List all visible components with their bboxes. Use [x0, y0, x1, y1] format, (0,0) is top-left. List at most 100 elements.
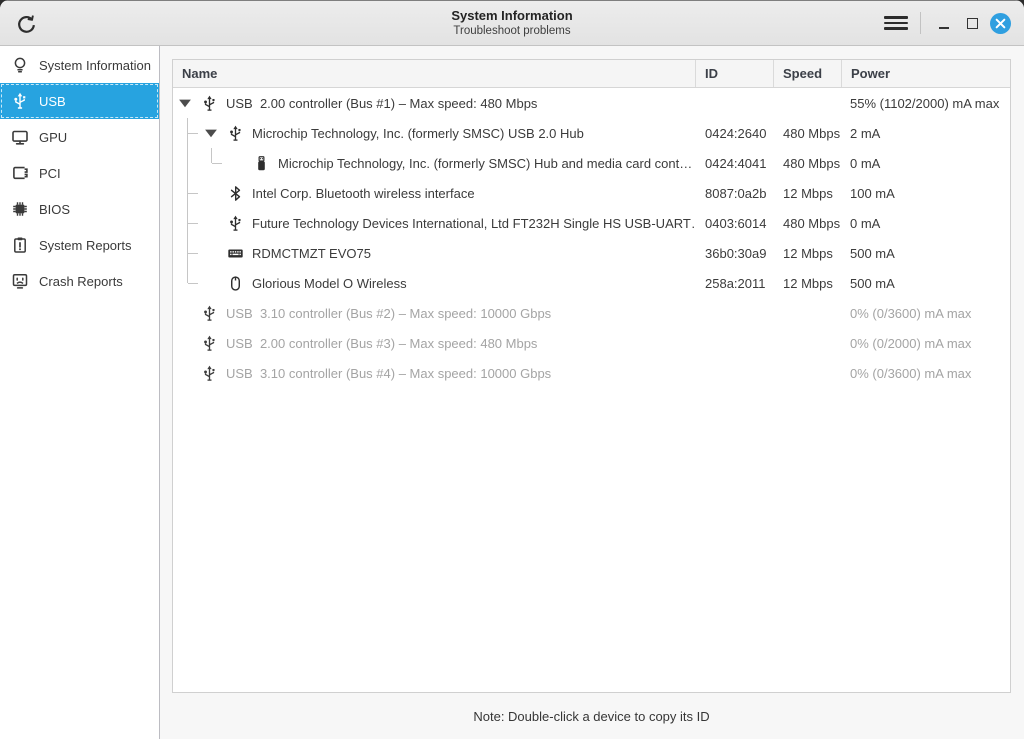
table-row[interactable]: Microchip Technology, Inc. (formerly SMS… — [173, 118, 1010, 148]
device-speed: 12 Mbps — [783, 185, 833, 201]
minimize-button[interactable] — [930, 8, 958, 38]
tree-line — [211, 148, 212, 163]
table-header: Name ID Speed Power — [173, 60, 1010, 88]
device-id: 258a:2011 — [705, 275, 766, 291]
device-power: 0% (0/2000) mA max — [850, 335, 972, 351]
usb-icon — [201, 95, 218, 112]
column-header-id[interactable]: ID — [696, 60, 774, 87]
sidebar-item-label: PCI — [39, 165, 61, 181]
sidebar-item-label: BIOS — [39, 201, 71, 217]
sidebar-item-system-reports[interactable]: System Reports — [0, 227, 159, 263]
close-button[interactable] — [986, 8, 1014, 38]
device-name: USB 2.00 controller (Bus #3) – Max speed… — [226, 335, 538, 351]
tree-line — [212, 163, 222, 164]
device-table-body: USB 2.00 controller (Bus #1) – Max speed… — [173, 88, 1010, 692]
tree-line — [188, 223, 198, 224]
refresh-button[interactable] — [12, 11, 40, 37]
sidebar-item-system-information[interactable]: System Information — [0, 47, 159, 83]
table-row[interactable]: USB 2.00 controller (Bus #3) – Max speed… — [173, 328, 1010, 358]
table-row[interactable]: Microchip Technology, Inc. (formerly SMS… — [173, 148, 1010, 178]
device-name: USB 2.00 controller (Bus #1) – Max speed… — [226, 95, 538, 111]
device-name: Glorious Model O Wireless — [252, 275, 407, 291]
expander-icon[interactable] — [204, 126, 218, 140]
device-id: 8087:0a2b — [705, 185, 767, 201]
sidebar-item-label: Crash Reports — [39, 273, 123, 289]
content-area: Name ID Speed Power USB 2.00 controller (Bu… — [160, 46, 1024, 739]
usb-icon — [11, 92, 29, 110]
table-row[interactable]: Future Technology Devices International,… — [173, 208, 1010, 238]
device-power: 500 mA — [850, 275, 895, 291]
bluetooth-icon — [227, 185, 244, 202]
device-power: 0 mA — [850, 215, 881, 231]
sidebar-item-label: System Information — [39, 57, 151, 73]
maximize-button[interactable] — [958, 8, 986, 38]
mouse-icon — [227, 275, 244, 292]
device-id: 36b0:30a9 — [705, 245, 767, 261]
table-row[interactable]: RDMCTMZT EVO75 36b0:30a9 12 Mbps 500 mA — [173, 238, 1010, 268]
device-power: 0% (0/3600) mA max — [850, 305, 972, 321]
device-speed: 480 Mbps — [783, 155, 841, 171]
device-name: USB 3.10 controller (Bus #2) – Max speed… — [226, 305, 552, 321]
pci-icon — [11, 164, 29, 182]
table-row[interactable]: USB 3.10 controller (Bus #4) – Max speed… — [173, 358, 1010, 388]
report-icon — [11, 236, 29, 254]
window-controls — [884, 1, 1014, 45]
sidebar-item-bios[interactable]: BIOS — [0, 191, 159, 227]
table-row[interactable]: USB 3.10 controller (Bus #2) – Max speed… — [173, 298, 1010, 328]
tree-line — [188, 283, 198, 284]
device-power: 500 mA — [850, 245, 895, 261]
window-subtitle: Troubleshoot problems — [453, 24, 571, 37]
device-name-cell: USB 3.10 controller (Bus #4) – Max speed… — [173, 358, 696, 388]
refresh-icon — [16, 14, 37, 35]
titlebar-titles: System Information Troubleshoot problems — [451, 8, 572, 39]
sidebar-item-pci[interactable]: PCI — [0, 155, 159, 191]
expander-icon[interactable] — [178, 96, 192, 110]
device-name-cell: Microchip Technology, Inc. (formerly SMS… — [173, 118, 696, 148]
minimize-icon — [939, 26, 949, 29]
table-row[interactable]: USB 2.00 controller (Bus #1) – Max speed… — [173, 88, 1010, 118]
device-name-cell: USB 2.00 controller (Bus #3) – Max speed… — [173, 328, 696, 358]
device-id: 0403:6014 — [705, 215, 767, 231]
column-header-name[interactable]: Name — [173, 60, 696, 87]
table-row[interactable]: Intel Corp. Bluetooth wireless interface… — [173, 178, 1010, 208]
device-id — [696, 358, 774, 388]
tree-line — [188, 253, 198, 254]
device-speed — [774, 328, 842, 358]
keyboard-icon — [227, 245, 244, 262]
device-name-cell: Intel Corp. Bluetooth wireless interface — [173, 178, 696, 208]
column-header-speed[interactable]: Speed — [774, 60, 842, 87]
sidebar-item-gpu[interactable]: GPU — [0, 119, 159, 155]
device-name-cell: USB 2.00 controller (Bus #1) – Max speed… — [173, 88, 696, 118]
bulb-icon — [11, 56, 29, 74]
table-row[interactable]: Glorious Model O Wireless 258a:2011 12 Mbp… — [173, 268, 1010, 298]
device-name: Microchip Technology, Inc. (formerly SMS… — [278, 155, 693, 171]
column-header-power[interactable]: Power — [842, 60, 1010, 87]
bios-icon — [11, 200, 29, 218]
usb-icon — [227, 125, 244, 142]
flash-drive-icon — [253, 155, 270, 172]
device-name-cell: Glorious Model O Wireless — [173, 268, 696, 298]
device-name-cell: Future Technology Devices International,… — [173, 208, 696, 238]
device-speed: 480 Mbps — [783, 125, 841, 141]
main-area: System Information USB GPU PCI BIOS System Re… — [0, 46, 1024, 739]
device-power: 0 mA — [850, 155, 881, 171]
device-id — [696, 298, 774, 328]
device-name-cell: Microchip Technology, Inc. (formerly SMS… — [173, 148, 696, 178]
titlebar: System Information Troubleshoot problems — [0, 0, 1024, 46]
device-name-cell: RDMCTMZT EVO75 — [173, 238, 696, 268]
device-id: 0424:2640 — [705, 125, 767, 141]
device-name: Intel Corp. Bluetooth wireless interface — [252, 185, 475, 201]
device-speed — [774, 88, 842, 118]
device-speed — [774, 358, 842, 388]
tree-line — [187, 268, 188, 283]
menu-button[interactable] — [884, 11, 908, 35]
device-speed — [774, 298, 842, 328]
device-power: 55% (1102/2000) mA max — [850, 95, 1000, 111]
sidebar-item-usb[interactable]: USB — [0, 83, 159, 119]
window-title: System Information — [451, 7, 573, 23]
app-window: System Information Troubleshoot problems… — [0, 0, 1024, 739]
sidebar-item-crash-reports[interactable]: Crash Reports — [0, 263, 159, 299]
note-bar: Note: Double-click a device to copy its … — [172, 693, 1011, 739]
device-name: Future Technology Devices International,… — [252, 215, 696, 231]
note-text: Note: Double-click a device to copy its … — [473, 708, 710, 724]
